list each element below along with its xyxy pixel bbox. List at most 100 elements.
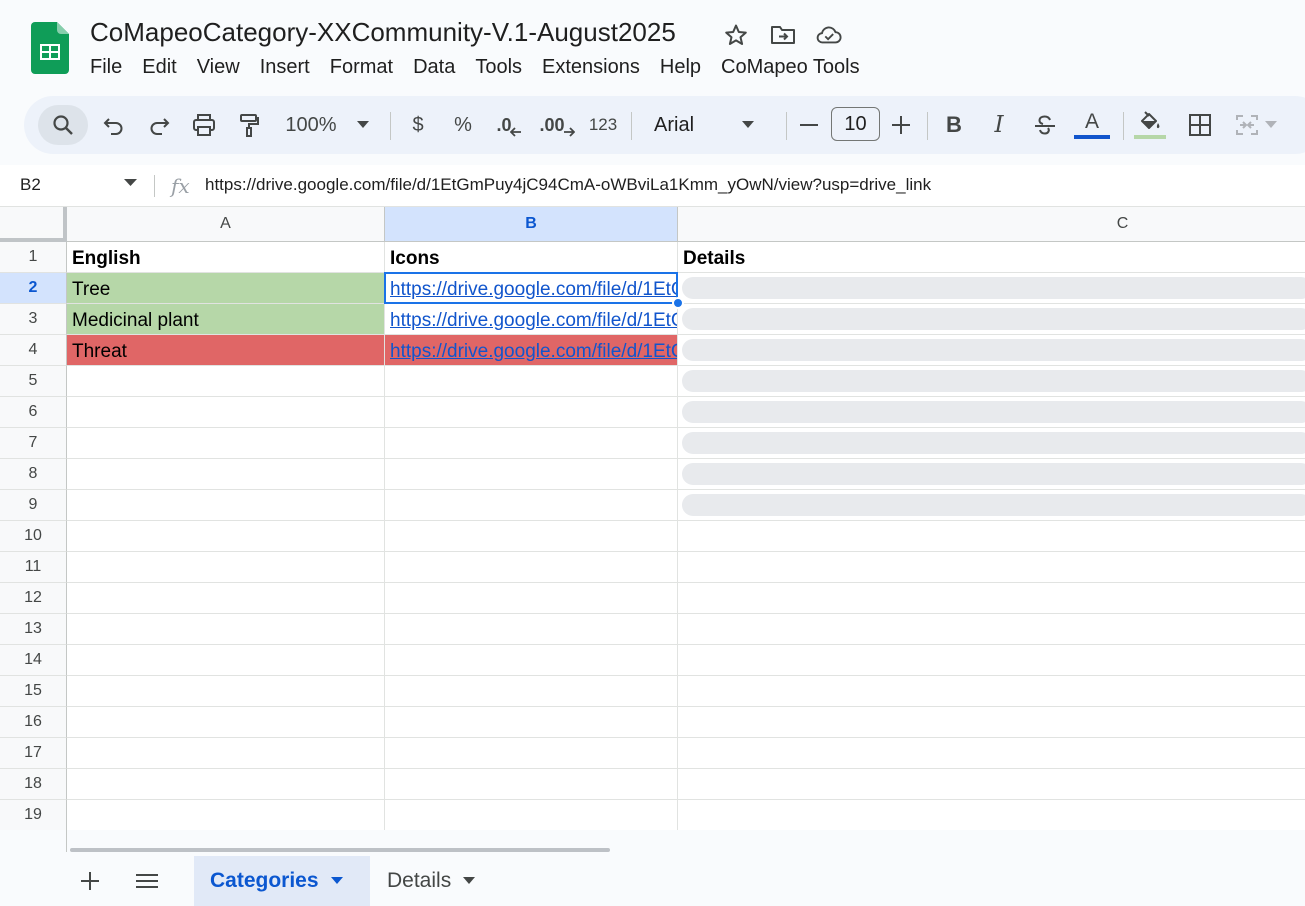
italic-button[interactable]: I bbox=[985, 105, 1013, 145]
cell-a4[interactable]: Threat bbox=[67, 335, 385, 366]
cell-b12[interactable] bbox=[385, 583, 678, 614]
row-header-3[interactable]: 3 bbox=[0, 304, 67, 335]
cell-b17[interactable] bbox=[385, 738, 678, 769]
borders-button[interactable] bbox=[1186, 105, 1214, 145]
document-title[interactable]: CoMapeoCategory-XXCommunity-V.1-August20… bbox=[90, 17, 676, 48]
font-size-input[interactable]: 10 bbox=[831, 107, 880, 141]
menu-data[interactable]: Data bbox=[403, 53, 465, 81]
cell-b7[interactable] bbox=[385, 428, 678, 459]
cell-a10[interactable] bbox=[67, 521, 385, 552]
cell-b9[interactable] bbox=[385, 490, 678, 521]
cell-a11[interactable] bbox=[67, 552, 385, 583]
menu-comapeo-tools[interactable]: CoMapeo Tools bbox=[711, 53, 870, 81]
cell-b18[interactable] bbox=[385, 769, 678, 800]
row-header-13[interactable]: 13 bbox=[0, 614, 67, 645]
cell-a8[interactable] bbox=[67, 459, 385, 490]
decrease-font-size-button[interactable] bbox=[796, 105, 822, 145]
menu-extensions[interactable]: Extensions bbox=[532, 53, 650, 81]
strikethrough-button[interactable] bbox=[1031, 105, 1059, 145]
bold-button[interactable]: B bbox=[940, 105, 968, 145]
cell-b11[interactable] bbox=[385, 552, 678, 583]
row-header-2[interactable]: 2 bbox=[0, 273, 67, 304]
column-header-a[interactable]: A bbox=[67, 207, 385, 242]
row-header-9[interactable]: 9 bbox=[0, 490, 67, 521]
cell-b19[interactable] bbox=[385, 800, 678, 830]
sheet-tab-details[interactable]: Details bbox=[371, 856, 491, 906]
menu-view[interactable]: View bbox=[187, 53, 250, 81]
cell-b8[interactable] bbox=[385, 459, 678, 490]
merge-cells-button[interactable] bbox=[1230, 105, 1282, 145]
chevron-down-icon[interactable] bbox=[463, 877, 476, 885]
paint-format-button[interactable] bbox=[235, 105, 263, 145]
cell-a15[interactable] bbox=[67, 676, 385, 707]
cell-c19[interactable] bbox=[678, 800, 1305, 830]
row-header-7[interactable]: 7 bbox=[0, 428, 67, 459]
cell-b5[interactable] bbox=[385, 366, 678, 397]
cell-c1[interactable]: Details bbox=[678, 242, 1305, 273]
text-color-button[interactable]: A bbox=[1074, 105, 1110, 145]
all-sheets-button[interactable] bbox=[133, 867, 161, 895]
cell-b2[interactable]: https://drive.google.com/file/d/1EtGmPuy… bbox=[385, 273, 678, 304]
cell-a9[interactable] bbox=[67, 490, 385, 521]
row-header-15[interactable]: 15 bbox=[0, 676, 67, 707]
star-icon[interactable] bbox=[723, 22, 749, 48]
cell-b13[interactable] bbox=[385, 614, 678, 645]
add-sheet-button[interactable] bbox=[76, 867, 104, 895]
cell-a1[interactable]: English bbox=[67, 242, 385, 273]
sheets-logo-icon[interactable] bbox=[31, 22, 69, 74]
sheet-tab-categories[interactable]: Categories bbox=[194, 856, 370, 906]
cell-a6[interactable] bbox=[67, 397, 385, 428]
cell-a3[interactable]: Medicinal plant bbox=[67, 304, 385, 335]
move-to-folder-icon[interactable] bbox=[770, 22, 796, 48]
cell-a18[interactable] bbox=[67, 769, 385, 800]
menu-insert[interactable]: Insert bbox=[250, 53, 320, 81]
row-header-10[interactable]: 10 bbox=[0, 521, 67, 552]
row-header-1[interactable]: 1 bbox=[0, 242, 67, 273]
cell-b14[interactable] bbox=[385, 645, 678, 676]
menu-tools[interactable]: Tools bbox=[465, 53, 532, 81]
cell-a5[interactable] bbox=[67, 366, 385, 397]
column-header-b[interactable]: B bbox=[385, 207, 678, 242]
cell-b16[interactable] bbox=[385, 707, 678, 738]
fill-color-button[interactable] bbox=[1132, 105, 1168, 145]
row-header-6[interactable]: 6 bbox=[0, 397, 67, 428]
cell-c15[interactable] bbox=[678, 676, 1305, 707]
font-select[interactable]: Arial bbox=[642, 105, 772, 145]
increase-decimal-button[interactable]: .00 bbox=[537, 105, 577, 145]
decrease-decimal-button[interactable]: .0 bbox=[492, 105, 526, 145]
fill-handle[interactable] bbox=[672, 297, 684, 309]
formula-input[interactable]: https://drive.google.com/file/d/1EtGmPuy… bbox=[205, 175, 931, 195]
menu-edit[interactable]: Edit bbox=[132, 53, 186, 81]
print-button[interactable] bbox=[190, 105, 218, 145]
cell-b1[interactable]: Icons bbox=[385, 242, 678, 273]
cell-b4[interactable]: https://drive.google.com/file/d/1EtGmPuy… bbox=[385, 335, 678, 366]
cell-b3[interactable]: https://drive.google.com/file/d/1EtGmPuy… bbox=[385, 304, 678, 335]
cell-c14[interactable] bbox=[678, 645, 1305, 676]
menu-file[interactable]: File bbox=[80, 53, 132, 81]
cell-a14[interactable] bbox=[67, 645, 385, 676]
row-header-16[interactable]: 16 bbox=[0, 707, 67, 738]
cell-a17[interactable] bbox=[67, 738, 385, 769]
cell-a16[interactable] bbox=[67, 707, 385, 738]
cell-a13[interactable] bbox=[67, 614, 385, 645]
cell-c16[interactable] bbox=[678, 707, 1305, 738]
menu-help[interactable]: Help bbox=[650, 53, 711, 81]
more-formats-button[interactable]: 123 bbox=[586, 105, 620, 145]
cell-a7[interactable] bbox=[67, 428, 385, 459]
cell-b10[interactable] bbox=[385, 521, 678, 552]
format-currency-button[interactable]: $ bbox=[404, 105, 432, 145]
cell-c10[interactable] bbox=[678, 521, 1305, 552]
row-header-18[interactable]: 18 bbox=[0, 769, 67, 800]
cell-c11[interactable] bbox=[678, 552, 1305, 583]
undo-button[interactable] bbox=[100, 105, 128, 145]
column-header-c[interactable]: C bbox=[678, 207, 1305, 242]
cloud-saved-icon[interactable] bbox=[816, 22, 842, 48]
chevron-down-icon[interactable] bbox=[124, 179, 137, 187]
cell-a12[interactable] bbox=[67, 583, 385, 614]
cell-c13[interactable] bbox=[678, 614, 1305, 645]
increase-font-size-button[interactable] bbox=[888, 105, 914, 145]
cell-c18[interactable] bbox=[678, 769, 1305, 800]
row-header-11[interactable]: 11 bbox=[0, 552, 67, 583]
redo-button[interactable] bbox=[145, 105, 173, 145]
row-header-17[interactable]: 17 bbox=[0, 738, 67, 769]
